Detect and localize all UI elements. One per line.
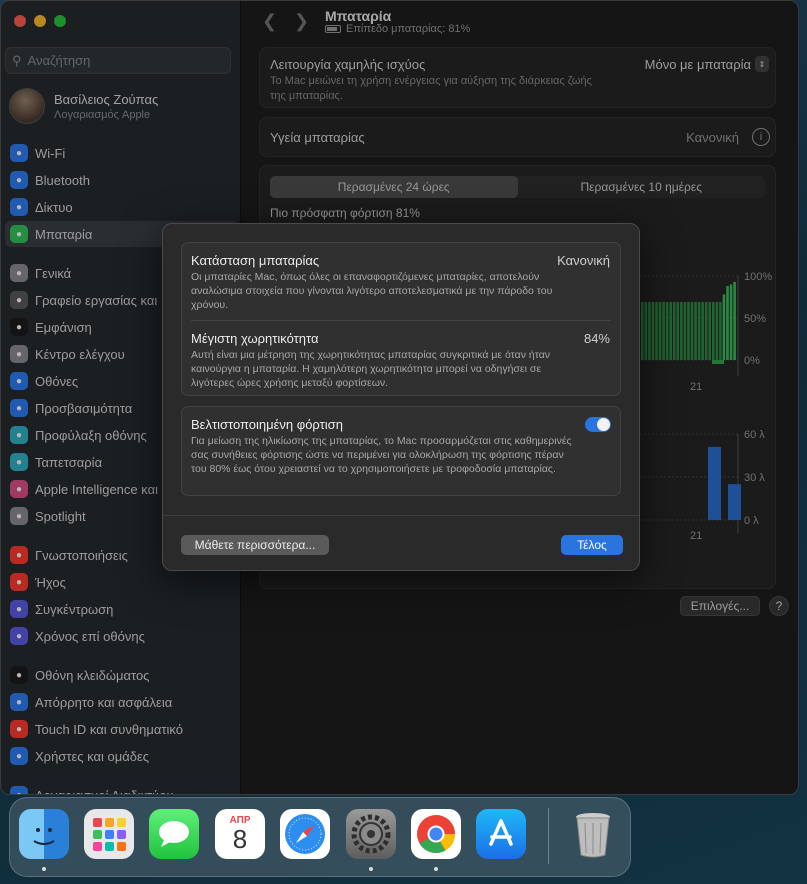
optimized-charging-toggle[interactable] — [585, 417, 611, 432]
settings-running-indicator — [369, 867, 373, 871]
battery-health-sheet: Κατάσταση μπαταρίας Κανονική Οι μπαταρίε… — [162, 223, 640, 571]
trash-icon[interactable] — [568, 809, 618, 859]
app-store-icon[interactable] — [476, 809, 526, 859]
safari-icon[interactable] — [280, 809, 330, 859]
launchpad-grid-icon — [93, 818, 126, 851]
done-button[interactable]: Τέλος — [561, 535, 623, 555]
dock-separator — [548, 808, 549, 864]
chrome-logo-icon — [417, 815, 456, 854]
dock: ΑΠΡ 8 — [9, 797, 631, 877]
battery-status-label: Κατάσταση μπαταρίας — [191, 253, 320, 268]
launchpad-icon[interactable] — [84, 809, 134, 859]
app-store-a-icon — [489, 819, 513, 846]
chrome-icon[interactable] — [411, 809, 461, 859]
sheet-divider — [163, 515, 639, 516]
health-info-group: Κατάσταση μπαταρίας Κανονική Οι μπαταρίε… — [181, 242, 621, 396]
finder-running-indicator — [42, 867, 46, 871]
battery-status-value: Κανονική — [557, 253, 610, 268]
optimized-charging-group: Βελτιστοποιημένη φόρτιση Για μείωση της … — [181, 406, 621, 496]
divider — [191, 320, 611, 321]
toggle-knob — [597, 418, 610, 431]
calendar-day: 8 — [232, 823, 248, 854]
max-capacity-label: Μέγιστη χωρητικότητα — [191, 331, 319, 346]
finder-face-icon — [33, 828, 55, 845]
chrome-running-indicator — [434, 867, 438, 871]
gear-icon — [351, 814, 391, 854]
compass-icon — [285, 814, 325, 854]
calendar-icon[interactable]: ΑΠΡ 8 — [215, 809, 265, 859]
messages-icon[interactable] — [149, 809, 199, 859]
optimized-charging-description: Για μείωση της ηλικίωσης της μπαταρίας, … — [191, 435, 572, 475]
settings-window: ⚲ Αναζήτηση Βασίλειος Ζούπας Λογαριασμός… — [0, 0, 799, 795]
trash-can-icon — [576, 813, 610, 858]
speech-bubble-icon — [159, 821, 189, 847]
max-capacity-value: 84% — [583, 331, 610, 346]
optimized-charging-label: Βελτιστοποιημένη φόρτιση — [191, 417, 343, 432]
learn-more-button[interactable]: Μάθετε περισσότερα... — [181, 535, 329, 555]
system-settings-icon[interactable] — [346, 809, 396, 859]
battery-status-description: Οι μπαταρίες Mac, όπως όλες οι επαναφορτ… — [191, 271, 553, 311]
finder-icon[interactable] — [19, 809, 69, 859]
max-capacity-description: Αυτή είναι μια μέτρηση της χωρητικότητας… — [191, 349, 551, 389]
